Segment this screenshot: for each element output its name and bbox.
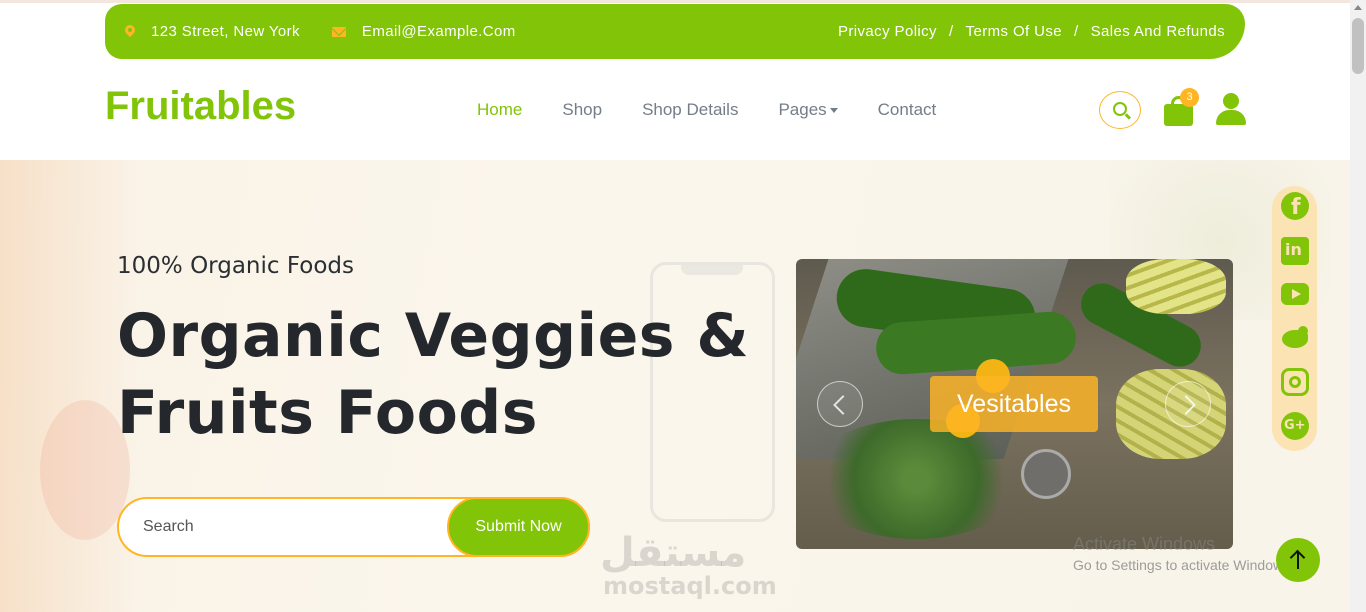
cart-button[interactable]: 3 <box>1164 88 1199 126</box>
privacy-policy-link[interactable]: Privacy Policy <box>838 23 937 40</box>
link-separator: / <box>948 23 954 40</box>
email-link[interactable]: Email@Example.Com <box>362 23 516 40</box>
main-navbar: Fruitables Home Shop Shop Details Pages … <box>0 60 1350 160</box>
page-top-border <box>0 0 1366 3</box>
scroll-up-arrow-icon[interactable] <box>1354 5 1362 10</box>
nav-item-shop-details[interactable]: Shop Details <box>642 100 738 120</box>
policy-links: Privacy Policy / Terms Of Use / Sales An… <box>838 23 1225 40</box>
user-icon-head <box>1223 93 1239 109</box>
nav-item-home[interactable]: Home <box>477 100 522 120</box>
hero-search-form: Submit Now <box>117 497 590 557</box>
contact-info: 123 Street, New York Email@Example.Com <box>125 23 516 40</box>
watermark-latin: mostaql.com <box>603 572 777 600</box>
activation-title: Activate Windows <box>1073 534 1216 554</box>
terms-of-use-link[interactable]: Terms Of Use <box>966 23 1062 40</box>
nav-menu: Home Shop Shop Details Pages Contact <box>477 100 936 120</box>
carousel-image-bowl <box>1021 449 1071 499</box>
watermark-arabic: مستقل <box>600 530 747 576</box>
user-icon-body <box>1216 110 1246 125</box>
carousel-next-button[interactable] <box>1165 381 1211 427</box>
nav-item-contact[interactable]: Contact <box>878 100 937 120</box>
carousel-prev-button[interactable] <box>817 381 863 427</box>
page-scrollbar[interactable] <box>1350 0 1366 612</box>
hero-search-input[interactable] <box>143 515 443 539</box>
carousel-image-beans <box>1126 259 1226 314</box>
user-icon[interactable] <box>1215 93 1247 127</box>
youtube-icon[interactable] <box>1281 283 1309 305</box>
google-plus-icon[interactable] <box>1281 412 1309 440</box>
scrollbar-thumb[interactable] <box>1352 18 1364 74</box>
social-sidebar <box>1272 186 1317 451</box>
hero-headline-line1: Organic Veggies & <box>117 301 750 371</box>
nav-item-pages[interactable]: Pages <box>778 100 838 120</box>
carousel-caption[interactable]: Vesitables <box>930 376 1098 432</box>
map-pin-icon <box>125 25 135 39</box>
hero-headline: Organic Veggies & Fruits Foods <box>117 298 757 452</box>
sales-refunds-link[interactable]: Sales And Refunds <box>1091 23 1225 40</box>
envelope-icon <box>331 26 346 37</box>
nav-item-pages-label: Pages <box>778 100 827 119</box>
hero-subtitle: 100% Organic Foods <box>117 253 354 279</box>
caret-down-icon <box>829 108 838 114</box>
hero-headline-line2: Fruits Foods <box>117 378 538 448</box>
back-to-top-arrow-icon[interactable] <box>1276 538 1320 582</box>
activation-subtitle: Go to Settings to activate Windows. <box>1073 557 1294 573</box>
nav-item-shop[interactable]: Shop <box>562 100 602 120</box>
site-logo[interactable]: Fruitables <box>105 84 296 129</box>
instagram-icon[interactable] <box>1281 368 1309 396</box>
facebook-icon[interactable] <box>1281 192 1309 220</box>
linkedin-icon[interactable] <box>1281 237 1309 265</box>
link-separator: / <box>1074 23 1079 40</box>
address-text: 123 Street, New York <box>151 23 300 40</box>
carousel-image-herbs <box>806 419 1026 539</box>
hero-carousel: Vesitables <box>796 259 1233 549</box>
windows-activation-notice: Activate Windows Go to Settings to activ… <box>1073 534 1294 573</box>
cart-count-badge: 3 <box>1180 88 1199 107</box>
submit-now-button[interactable]: Submit Now <box>447 497 590 557</box>
shopping-bag-icon <box>1164 104 1193 126</box>
top-info-bar: 123 Street, New York Email@Example.Com P… <box>105 4 1245 59</box>
search-icon[interactable] <box>1099 91 1141 129</box>
twitter-icon[interactable] <box>1281 324 1309 352</box>
